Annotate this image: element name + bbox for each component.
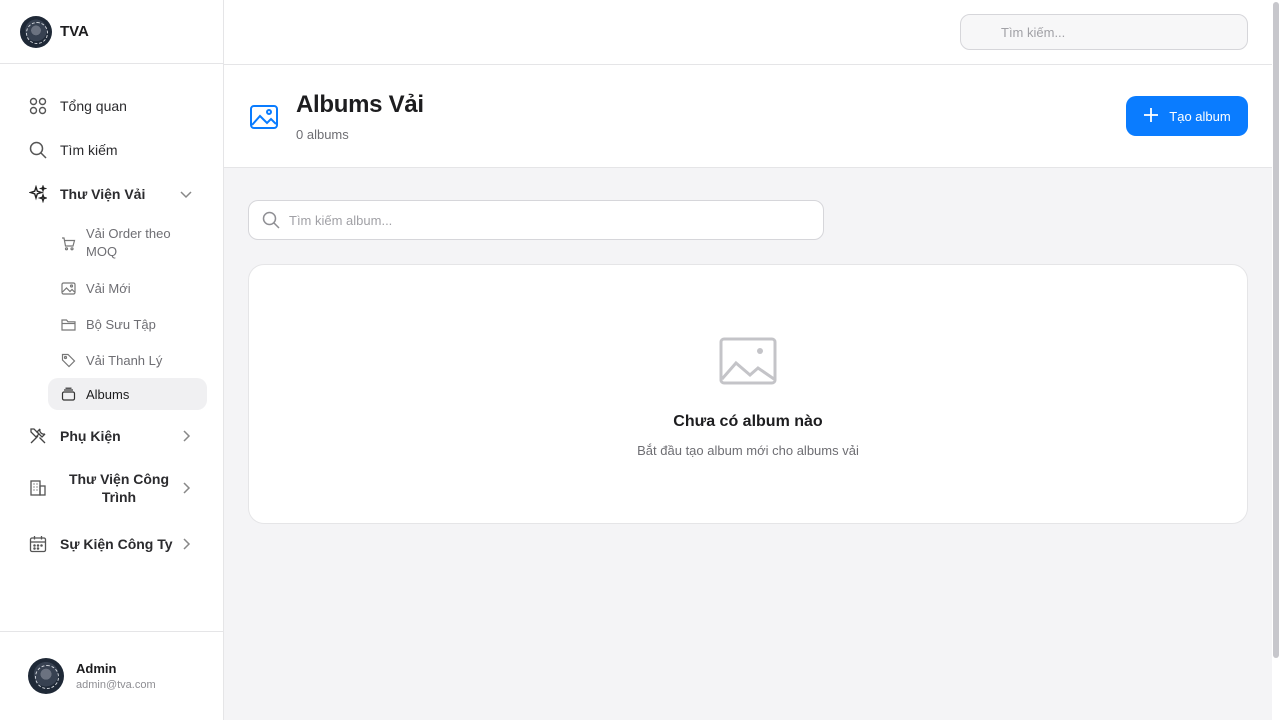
global-search-input[interactable]: [960, 14, 1248, 50]
building-icon: [28, 478, 48, 498]
scrollbar[interactable]: [1272, 0, 1280, 720]
sidebar-item-label: Vải Thanh Lý: [86, 352, 163, 368]
empty-state: Chưa có album nào Bắt đầu tạo album mới …: [248, 264, 1248, 524]
brand-name: TVA: [60, 23, 89, 40]
sidebar-item-clearance[interactable]: Vải Thanh Lý: [48, 342, 207, 378]
cart-icon: [60, 235, 76, 251]
albums-icon: [60, 386, 76, 402]
chevron-down-icon[interactable]: [179, 187, 193, 201]
album-count: 0 albums: [296, 127, 349, 142]
calendar-icon: [28, 534, 48, 554]
tag-icon: [60, 352, 76, 368]
sidebar-item-label: Thư Viện Vải: [60, 186, 146, 202]
sparkles-icon: [28, 184, 48, 204]
scrollbar-thumb[interactable]: [1273, 2, 1279, 658]
chevron-right-icon[interactable]: [179, 429, 193, 443]
sidebar-item-fabric-library[interactable]: Thư Viện Vải: [0, 172, 223, 216]
tools-icon: [28, 426, 48, 446]
sidebar-item-company-events[interactable]: Sự Kiện Công Ty: [0, 522, 223, 566]
sidebar-item-label: Bộ Sưu Tập: [86, 316, 156, 332]
sidebar-item-collection[interactable]: Bộ Sưu Tập: [48, 306, 207, 342]
user-name: Admin: [76, 661, 117, 676]
sidebar-item-label: Phụ Kiện: [60, 428, 121, 444]
image-icon: [60, 280, 76, 296]
empty-title: Chưa có album nào: [673, 413, 823, 430]
sidebar-item-new-fabric[interactable]: Vải Mới: [48, 270, 207, 306]
sidebar: TVA Tổng quan Tìm kiếm Thư Viện Vải Vải …: [0, 0, 224, 720]
fabric-library-submenu: Vải Order theo MOQ Vải Mới Bộ Sưu Tập Vả…: [0, 216, 223, 410]
sidebar-item-search[interactable]: Tìm kiếm: [0, 128, 223, 172]
create-album-button[interactable]: Tạo album: [1126, 96, 1248, 136]
sidebar-item-label: Vải Mới: [86, 280, 131, 296]
chevron-right-icon[interactable]: [179, 481, 193, 495]
sidebar-item-moq-order[interactable]: Vải Order theo MOQ: [48, 216, 207, 270]
image-icon: [248, 101, 280, 133]
sidebar-item-project-library[interactable]: Thư Viện Công Trình: [0, 458, 223, 518]
avatar: [28, 658, 64, 694]
page-header: Albums Vải 0 albums Tạo album: [224, 65, 1272, 168]
search-icon: [262, 211, 280, 234]
company-logo: [20, 15, 52, 48]
search-icon: [28, 140, 48, 160]
image-placeholder-icon: [719, 337, 777, 390]
sidebar-item-accessories[interactable]: Phụ Kiện: [0, 414, 223, 458]
album-search-input[interactable]: [248, 200, 824, 240]
page-title: Albums Vải: [296, 91, 424, 118]
grid-icon: [28, 96, 48, 116]
folder-icon: [60, 316, 76, 332]
sidebar-nav: Tổng quan Tìm kiếm Thư Viện Vải Vải Orde…: [0, 64, 223, 566]
user-email: admin@tva.com: [76, 679, 156, 691]
sidebar-item-label: Tìm kiếm: [60, 142, 118, 158]
topbar: [224, 0, 1272, 65]
plus-icon: [1143, 107, 1159, 126]
chevron-right-icon[interactable]: [179, 537, 193, 551]
sidebar-item-overview[interactable]: Tổng quan: [0, 84, 223, 128]
user-profile[interactable]: Admin admin@tva.com: [0, 631, 223, 720]
sidebar-item-label: Vải Order theo MOQ: [86, 226, 171, 259]
sidebar-item-label: Sự Kiện Công Ty: [60, 536, 173, 552]
create-album-label: Tạo album: [1169, 108, 1231, 124]
sidebar-item-label: Albums: [86, 386, 130, 402]
sidebar-item-label: Tổng quan: [60, 98, 127, 114]
brand[interactable]: TVA: [0, 0, 223, 64]
sidebar-item-label: Thư Viện Công Trình: [68, 471, 170, 505]
sidebar-item-albums[interactable]: Albums: [48, 378, 207, 410]
album-search: [248, 200, 824, 240]
empty-subtitle: Bắt đầu tạo album mới cho albums vải: [637, 443, 859, 458]
